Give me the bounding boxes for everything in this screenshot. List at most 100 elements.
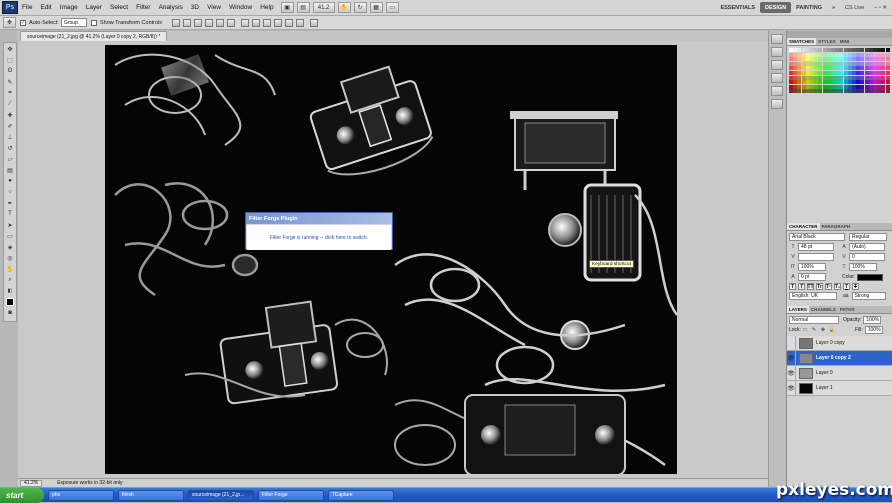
- info-panel-icon[interactable]: [771, 86, 783, 96]
- distribute-top-icon[interactable]: [241, 18, 250, 27]
- taskbar-button-phs[interactable]: phs: [48, 489, 114, 501]
- shape-tool-icon[interactable]: ▭: [5, 231, 15, 241]
- menu-select[interactable]: Select: [106, 4, 132, 11]
- tracking-field[interactable]: 0: [849, 253, 885, 261]
- navigator-panel-icon[interactable]: [771, 99, 783, 109]
- taskbar-button-photoshop[interactable]: sourceimage (21_2.jp...: [188, 489, 254, 501]
- lasso-tool-icon[interactable]: ʘ: [5, 66, 15, 76]
- healing-brush-icon[interactable]: ✚: [5, 110, 15, 120]
- fill-field[interactable]: 100%: [864, 326, 883, 334]
- move-tool-preset-icon[interactable]: ✥: [3, 17, 16, 28]
- menu-file[interactable]: File: [18, 4, 36, 11]
- tab-mini[interactable]: MINI: [838, 38, 852, 45]
- align-right-icon[interactable]: [227, 18, 236, 27]
- mini-bridge-icon[interactable]: ▤: [296, 2, 310, 13]
- workspace-painting[interactable]: PAINTING: [791, 2, 827, 13]
- menu-image[interactable]: Image: [56, 4, 82, 11]
- workspace-design[interactable]: DESIGN: [760, 2, 792, 13]
- swatch[interactable]: [885, 66, 890, 71]
- antialias-select[interactable]: Strong: [851, 292, 886, 300]
- tab-paragraph[interactable]: PARAGRAPH: [820, 223, 853, 230]
- menu-filter[interactable]: Filter: [132, 4, 154, 11]
- text-color-swatch[interactable]: [857, 273, 884, 281]
- layer-visibility-icon[interactable]: 👁: [787, 380, 796, 396]
- swatch[interactable]: [885, 48, 890, 52]
- more-workspaces-button[interactable]: »: [827, 2, 840, 13]
- workspace-essentials[interactable]: ESSENTIALS: [715, 2, 760, 13]
- underline-button[interactable]: T: [843, 283, 850, 290]
- tab-styles[interactable]: STYLES: [816, 38, 838, 45]
- layer-visibility-icon[interactable]: 👁: [787, 365, 796, 381]
- actions-panel-icon[interactable]: [771, 47, 783, 57]
- distribute-hcenter-icon[interactable]: [285, 18, 294, 27]
- menu-layer[interactable]: Layer: [82, 4, 106, 11]
- lock-pixels-icon[interactable]: ✎: [810, 326, 818, 334]
- swatch[interactable]: [885, 57, 890, 62]
- distribute-vcenter-icon[interactable]: [252, 18, 261, 27]
- crop-tool-icon[interactable]: ⌗: [5, 88, 15, 98]
- layer-row[interactable]: 👁 Layer 0 copy 2: [787, 350, 892, 366]
- menu-window[interactable]: Window: [225, 4, 256, 11]
- clone-source-panel-icon[interactable]: [771, 73, 783, 83]
- tab-swatches[interactable]: SWATCHES: [787, 38, 817, 45]
- strikethrough-button[interactable]: T: [852, 283, 859, 290]
- distribute-bottom-icon[interactable]: [263, 18, 272, 27]
- zoom-tool-icon[interactable]: ⌕: [5, 275, 15, 285]
- quick-select-tool-icon[interactable]: ✎: [5, 77, 15, 87]
- transform-controls-checkbox[interactable]: [90, 19, 97, 26]
- window-controls[interactable]: – ▫ ✕: [869, 2, 892, 13]
- arrange-documents-icon[interactable]: ▦: [369, 2, 383, 13]
- hand-tool-icon[interactable]: ✋: [337, 2, 351, 13]
- font-style-select[interactable]: Regular: [849, 233, 887, 241]
- gradient-tool-icon[interactable]: ▤: [5, 165, 15, 175]
- lock-all-icon[interactable]: 🔒: [828, 326, 836, 334]
- faux-italic-button[interactable]: T: [798, 283, 805, 290]
- taskbar-button-capture[interactable]: 7Capture: [328, 489, 394, 501]
- tab-layers[interactable]: LAYERS: [787, 306, 809, 313]
- font-size-field[interactable]: 48 pt: [798, 243, 834, 251]
- layer-row[interactable]: 👁 Layer 0: [787, 365, 892, 381]
- rotate-view-icon[interactable]: ↻: [353, 2, 367, 13]
- pen-tool-icon[interactable]: ✒: [5, 198, 15, 208]
- auto-select-dropdown[interactable]: Group: [60, 18, 87, 27]
- panel-dock-header[interactable]: [787, 31, 892, 38]
- blend-mode-select[interactable]: Normal: [789, 316, 839, 324]
- swatch[interactable]: [885, 52, 890, 57]
- align-top-icon[interactable]: [172, 18, 181, 27]
- zoom-level-select[interactable]: 41.2: [312, 2, 335, 13]
- align-vcenter-icon[interactable]: [183, 18, 192, 27]
- menu-analysis[interactable]: Analysis: [155, 4, 187, 11]
- quick-mask-icon[interactable]: ◙: [5, 308, 15, 318]
- screen-mode-icon[interactable]: ▭: [385, 2, 399, 13]
- menu-3d[interactable]: 3D: [187, 4, 203, 11]
- horizontal-scale-field[interactable]: 100%: [849, 263, 877, 271]
- menu-edit[interactable]: Edit: [36, 4, 55, 11]
- vertical-scale-field[interactable]: 100%: [798, 263, 826, 271]
- opacity-field[interactable]: 100%: [863, 316, 882, 324]
- leading-field[interactable]: (Auto): [849, 243, 885, 251]
- font-family-select[interactable]: Arial Black: [789, 233, 845, 241]
- tab-character[interactable]: CHARACTER: [787, 223, 820, 230]
- bridge-icon[interactable]: ▣: [280, 2, 294, 13]
- hand-tool-icon-2[interactable]: ✋: [5, 264, 15, 274]
- align-bottom-icon[interactable]: [194, 18, 203, 27]
- default-colors-icon[interactable]: ◧: [5, 286, 15, 296]
- kerning-field[interactable]: [798, 253, 834, 261]
- baseline-shift-field[interactable]: 0 pt: [798, 273, 826, 281]
- dialog-message-link[interactable]: Filter Forge is running -- click here to…: [247, 225, 391, 250]
- swatch[interactable]: [885, 61, 890, 66]
- swatches-grid[interactable]: [789, 48, 890, 96]
- status-zoom[interactable]: 41.2%: [20, 479, 43, 487]
- layer-visibility-icon[interactable]: 👁: [787, 350, 796, 366]
- eyedropper-tool-icon[interactable]: ⁄: [5, 99, 15, 109]
- swatch[interactable]: [885, 75, 890, 80]
- filter-forge-dialog[interactable]: Filter Forge Plugin Filter Forge is runn…: [245, 212, 393, 250]
- 3d-orbit-icon[interactable]: ◎: [5, 253, 15, 263]
- menu-help[interactable]: Help: [256, 4, 277, 11]
- brush-panel-icon[interactable]: [771, 60, 783, 70]
- auto-select-checkbox[interactable]: ✓: [20, 19, 26, 26]
- dodge-tool-icon[interactable]: ○: [5, 187, 15, 197]
- history-panel-icon[interactable]: [771, 34, 783, 44]
- superscript-button[interactable]: T¹: [825, 283, 832, 290]
- faux-bold-button[interactable]: T: [789, 283, 796, 290]
